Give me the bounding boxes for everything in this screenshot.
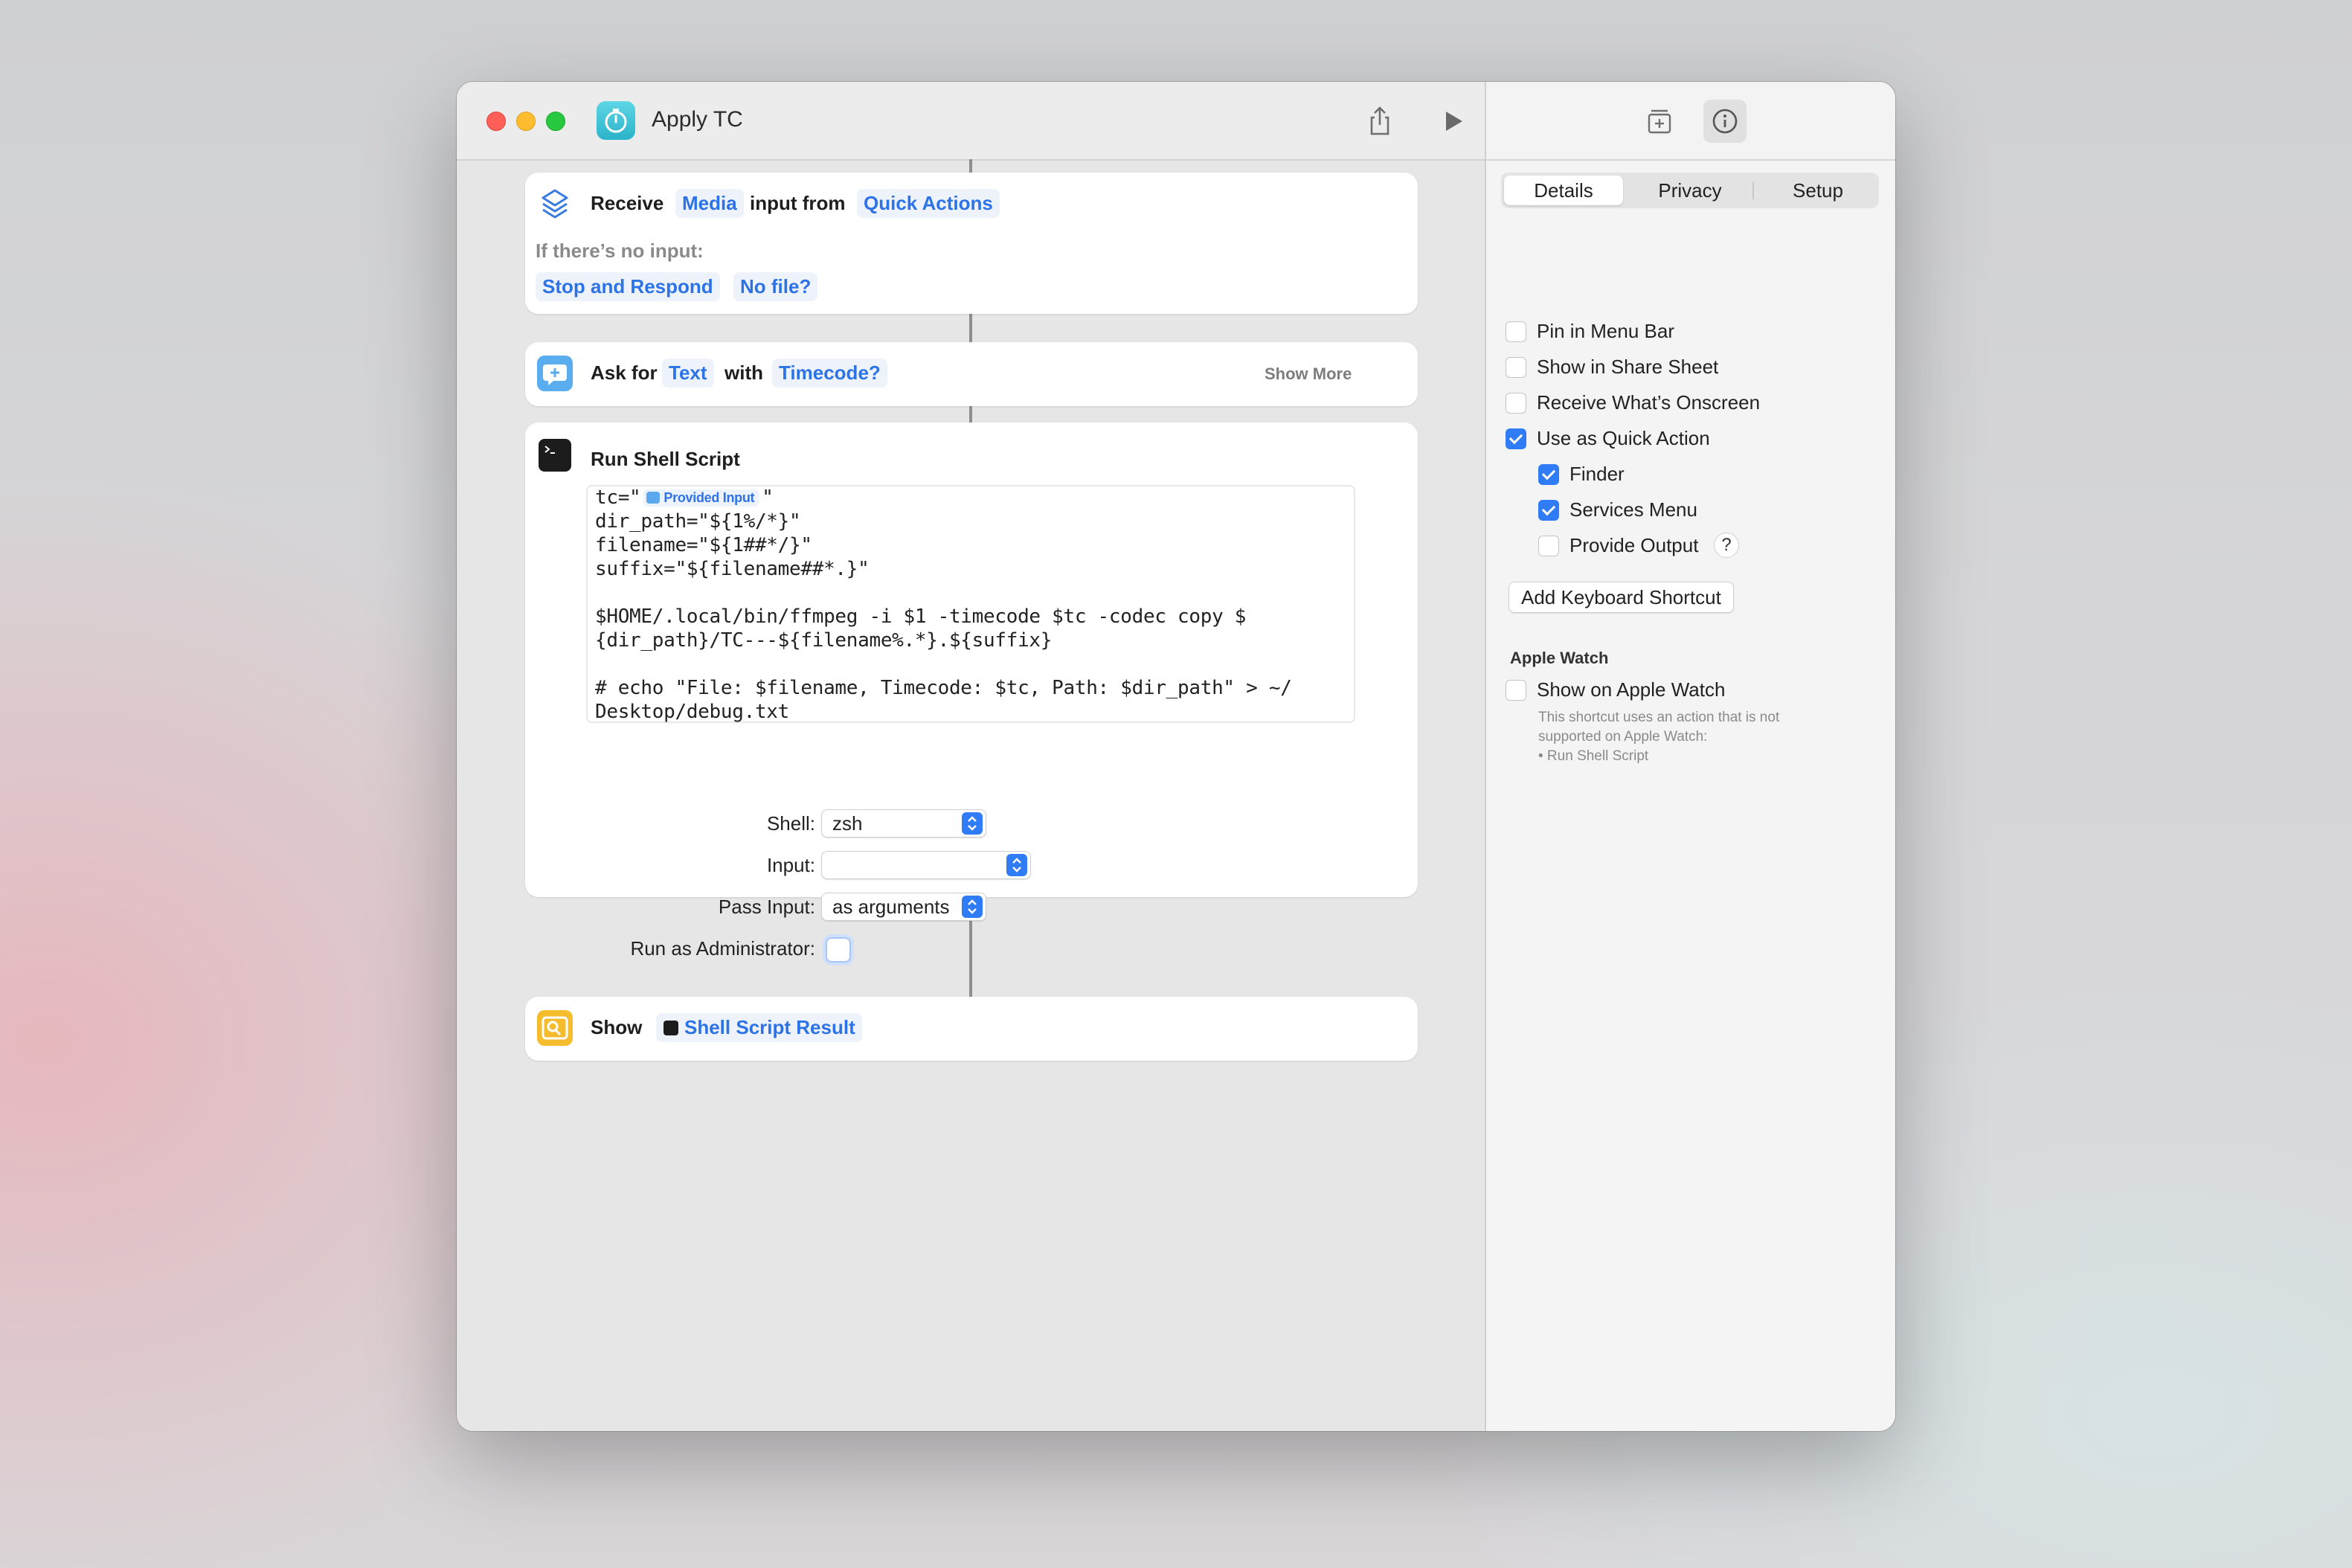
tab-privacy[interactable]: Privacy: [1629, 173, 1751, 208]
editor-pane: Apply TC Receive Media input from Quick …: [457, 82, 1485, 1431]
code-line: $HOME/.local/bin/ffmpeg -i $1 -timecode …: [595, 605, 1247, 628]
provided-input-variable[interactable]: Provided Input: [643, 489, 759, 507]
run-as-admin-label: Run as Administrator:: [630, 937, 815, 960]
show-result-card[interactable]: Show Shell Script Result: [525, 997, 1418, 1061]
inspector-tabs: Details Privacy Setup: [1501, 173, 1879, 208]
code-line: # echo "File: $filename, Timecode: $tc, …: [595, 677, 1292, 699]
speech-bubble-plus-icon: [537, 356, 573, 391]
quick-look-icon: [537, 1010, 573, 1046]
apple-watch-heading: Apple Watch: [1510, 649, 1609, 667]
services-menu-checkbox[interactable]: [1538, 500, 1559, 521]
shell-script-result-token[interactable]: Shell Script Result: [656, 1013, 862, 1042]
note-line: supported on Apple Watch:: [1538, 729, 1708, 745]
show-in-share-sheet-checkbox[interactable]: [1506, 357, 1526, 378]
pass-input-label: Pass Input:: [718, 896, 815, 918]
use-as-quick-action-checkbox[interactable]: [1506, 428, 1526, 449]
shortcut-title[interactable]: Apply TC: [652, 107, 743, 132]
info-icon[interactable]: [1703, 100, 1747, 143]
run-shell-script-card[interactable]: Run Shell Script tc=" Provided Input " dir…: [525, 422, 1418, 963]
finder-checkbox[interactable]: [1538, 464, 1559, 485]
show-in-share-sheet-label: Show in Share Sheet: [1537, 356, 1719, 378]
code-line: {dir_path}/TC---${filename%.*}.${suffix}: [595, 629, 1053, 652]
media-token[interactable]: Media: [675, 189, 744, 218]
receive-onscreen-label: Receive What’s Onscreen: [1537, 391, 1761, 414]
layers-icon: [537, 186, 573, 222]
stopwatch-icon[interactable]: [597, 101, 635, 140]
note-line: This shortcut uses an action that is not: [1538, 710, 1780, 725]
flow-connector: [969, 159, 972, 173]
no-input-label: If there’s no input:: [536, 240, 704, 262]
show-label: Show: [591, 1016, 643, 1038]
run-as-admin-checkbox[interactable]: [826, 937, 851, 963]
editor-toolbar: Apply TC: [457, 82, 1485, 161]
minimize-window-button[interactable]: [516, 112, 536, 131]
shell-value: zsh: [832, 812, 863, 835]
timecode-prompt-token[interactable]: Timecode?: [772, 359, 887, 388]
use-as-quick-action-label: Use as Quick Action: [1537, 427, 1710, 449]
add-library-icon[interactable]: [1642, 104, 1677, 138]
script-editor[interactable]: tc=" Provided Input " dir_path="${1%/*}" f…: [586, 485, 1355, 723]
input-popup[interactable]: [821, 851, 1031, 879]
pass-input-value: as arguments: [832, 896, 950, 918]
run-shell-script-title: Run Shell Script: [591, 448, 740, 470]
input-label: Input:: [766, 854, 815, 876]
note-line: • Run Shell Script: [1538, 748, 1649, 764]
help-button[interactable]: ?: [1714, 533, 1739, 558]
inspector-sidebar: Details Privacy Setup Pin in Menu Bar Sh…: [1485, 82, 1895, 1431]
add-keyboard-shortcut-button[interactable]: Add Keyboard Shortcut: [1508, 582, 1734, 613]
code-line: dir_path="${1%/*}": [595, 510, 801, 533]
pin-in-menu-bar-label: Pin in Menu Bar: [1537, 320, 1674, 342]
services-menu-label: Services Menu: [1569, 498, 1697, 521]
code-line: tc=" Provided Input ": [595, 486, 774, 509]
show-on-apple-watch-checkbox[interactable]: [1506, 680, 1526, 701]
quick-actions-token[interactable]: Quick Actions: [857, 189, 1000, 218]
shell-popup[interactable]: zsh: [821, 809, 986, 838]
terminal-icon: [539, 439, 571, 472]
text-token[interactable]: Text: [662, 359, 714, 388]
share-icon[interactable]: [1363, 104, 1397, 138]
no-file-token[interactable]: No file?: [733, 272, 818, 301]
pass-input-popup[interactable]: as arguments: [821, 893, 986, 921]
provide-output-label: Provide Output: [1569, 534, 1699, 556]
tab-setup[interactable]: Setup: [1757, 173, 1879, 208]
stop-and-respond-token[interactable]: Stop and Respond: [536, 272, 720, 301]
chevron-up-down-icon: [962, 812, 983, 835]
chevron-up-down-icon: [1006, 854, 1027, 876]
with-label: with: [724, 362, 763, 384]
code-line: Desktop/debug.txt: [595, 701, 790, 723]
flow-connector: [969, 314, 972, 342]
zoom-window-button[interactable]: [546, 112, 565, 131]
close-window-button[interactable]: [486, 112, 506, 131]
finder-label: Finder: [1569, 463, 1625, 485]
watch-unsupported-note: This shortcut uses an action that is not…: [1538, 708, 1851, 766]
tab-divider: [1752, 181, 1754, 199]
code-line: filename="${1##*/}": [595, 534, 812, 556]
provide-output-checkbox[interactable]: [1538, 536, 1559, 556]
receive-action-card[interactable]: Receive Media input from Quick Actions I…: [525, 173, 1418, 314]
shortcuts-window: Apply TC Receive Media input from Quick …: [457, 82, 1895, 1431]
play-icon[interactable]: [1436, 104, 1470, 138]
terminal-icon: [663, 1021, 678, 1035]
show-more-button[interactable]: Show More: [1265, 364, 1352, 384]
ask-for-action-card[interactable]: Ask for Text with Timecode? Show More: [525, 342, 1418, 406]
receive-label: Receive: [591, 192, 664, 214]
chevron-up-down-icon: [962, 896, 983, 918]
input-from-label: input from: [750, 192, 846, 214]
inspector-toolbar: [1486, 82, 1895, 161]
receive-onscreen-checkbox[interactable]: [1506, 393, 1526, 414]
tab-details[interactable]: Details: [1504, 176, 1623, 205]
show-on-apple-watch-label: Show on Apple Watch: [1537, 678, 1726, 701]
pin-in-menu-bar-checkbox[interactable]: [1506, 321, 1526, 342]
shell-label: Shell:: [766, 812, 815, 835]
code-line: suffix="${filename##*.}": [595, 558, 870, 580]
provided-input-icon: [646, 492, 661, 504]
ask-for-label: Ask for: [591, 362, 658, 384]
